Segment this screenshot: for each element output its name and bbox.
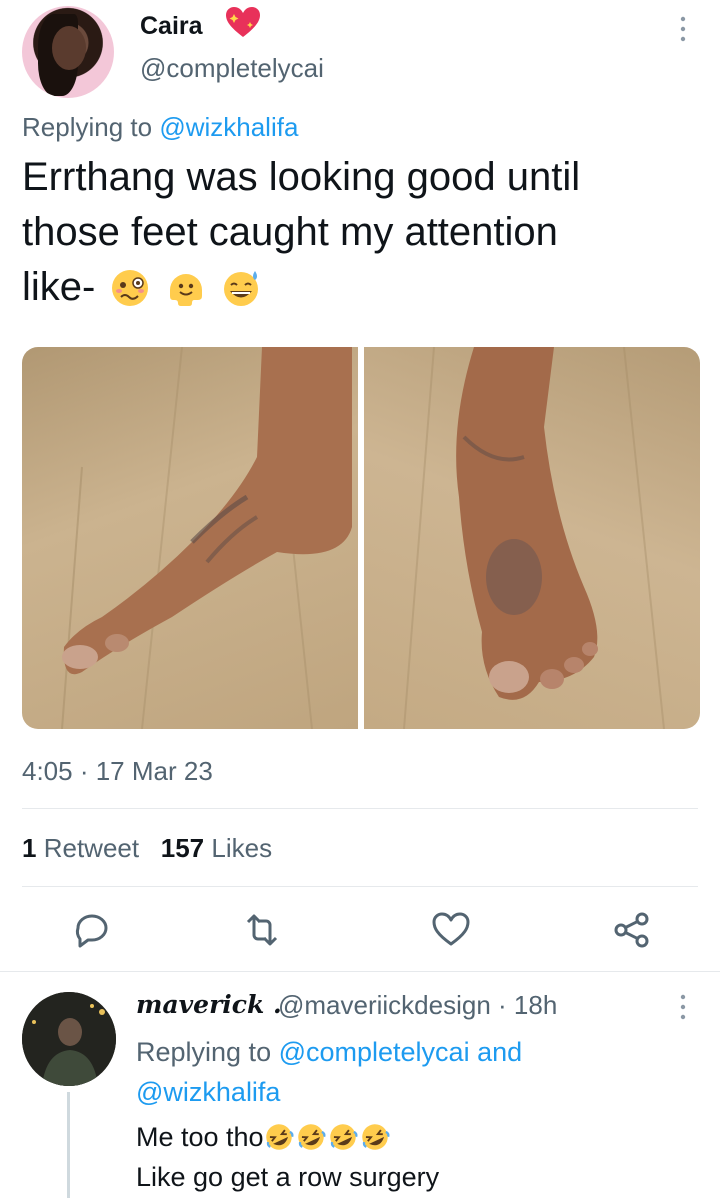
grinning-face-with-sweat-icon (223, 271, 258, 306)
reply-text-fragment: Me too tho (136, 1122, 264, 1152)
mention-conjunction: and (469, 1037, 523, 1067)
foot-illustration-left (61, 347, 353, 729)
reply-text-line: Like go get a row surgery (136, 1162, 440, 1192)
media-gallery[interactable] (22, 347, 700, 729)
divider (22, 808, 698, 809)
thread-line (67, 1092, 70, 1198)
replying-to-prefix: Replying to (22, 112, 160, 142)
rolling-on-floor-laughing-icon (329, 1124, 358, 1150)
tweet-text-line: those feet caught my attention (22, 210, 558, 254)
retweet-label[interactable]: Retweet (44, 833, 139, 863)
mention-link[interactable]: @completelycai (279, 1037, 470, 1067)
handle-and-time[interactable]: @maveriickdesign · 18h (278, 990, 557, 1021)
divider (22, 886, 698, 887)
mention-link[interactable]: @wizkhalifa (159, 112, 298, 142)
photo-left[interactable] (22, 347, 358, 729)
user-handle[interactable]: @completelycai (140, 53, 324, 84)
replying-to: Replying to @completelycai and @wizkhali… (136, 1032, 696, 1112)
tweet-text-line: like- (22, 260, 682, 315)
like-count[interactable]: 157 (161, 833, 204, 863)
photo-right[interactable] (364, 347, 700, 729)
engagement-stats: 1 Retweet 157 Likes (22, 833, 272, 864)
like-label[interactable]: Likes (211, 833, 272, 863)
tweet-text: Errthang was looking good until those fe… (22, 150, 682, 315)
reply-text-line: Me too tho (136, 1117, 696, 1157)
tweet-text-line: Errthang was looking good until (22, 155, 581, 199)
replying-to: Replying to @wizkhalifa (22, 112, 298, 143)
tweet-text-fragment: like- (22, 265, 96, 309)
avatar-illustration (22, 992, 116, 1086)
retweet-icon[interactable] (242, 910, 282, 950)
avatar[interactable] (22, 992, 116, 1086)
replying-to-prefix: Replying to (136, 1037, 279, 1067)
tweet-timestamp[interactable]: 4:05 · 17 Mar 23 (22, 756, 213, 787)
display-name[interactable]: Caira (140, 12, 203, 41)
rolling-on-floor-laughing-icon (297, 1124, 326, 1150)
reply-text: Me too tho Like go get a row surgery (136, 1117, 696, 1197)
tweet-separator (0, 971, 720, 972)
retweet-count[interactable]: 1 (22, 833, 36, 863)
sparkling-heart-icon (226, 7, 260, 37)
share-icon[interactable] (612, 910, 652, 950)
foot-illustration-right (403, 347, 665, 729)
avatar[interactable] (22, 6, 114, 98)
more-options-icon[interactable] (676, 14, 690, 44)
like-icon[interactable] (431, 910, 471, 950)
rolling-on-floor-laughing-icon (265, 1124, 294, 1150)
rolling-on-floor-laughing-icon (361, 1124, 390, 1150)
display-name[interactable]: maverick . (136, 990, 282, 1019)
woozy-face-icon (112, 270, 149, 306)
mention-link[interactable]: @wizkhalifa (136, 1077, 280, 1107)
melting-face-icon (169, 274, 202, 306)
more-options-icon[interactable] (676, 992, 690, 1022)
reply-icon[interactable] (72, 910, 112, 950)
